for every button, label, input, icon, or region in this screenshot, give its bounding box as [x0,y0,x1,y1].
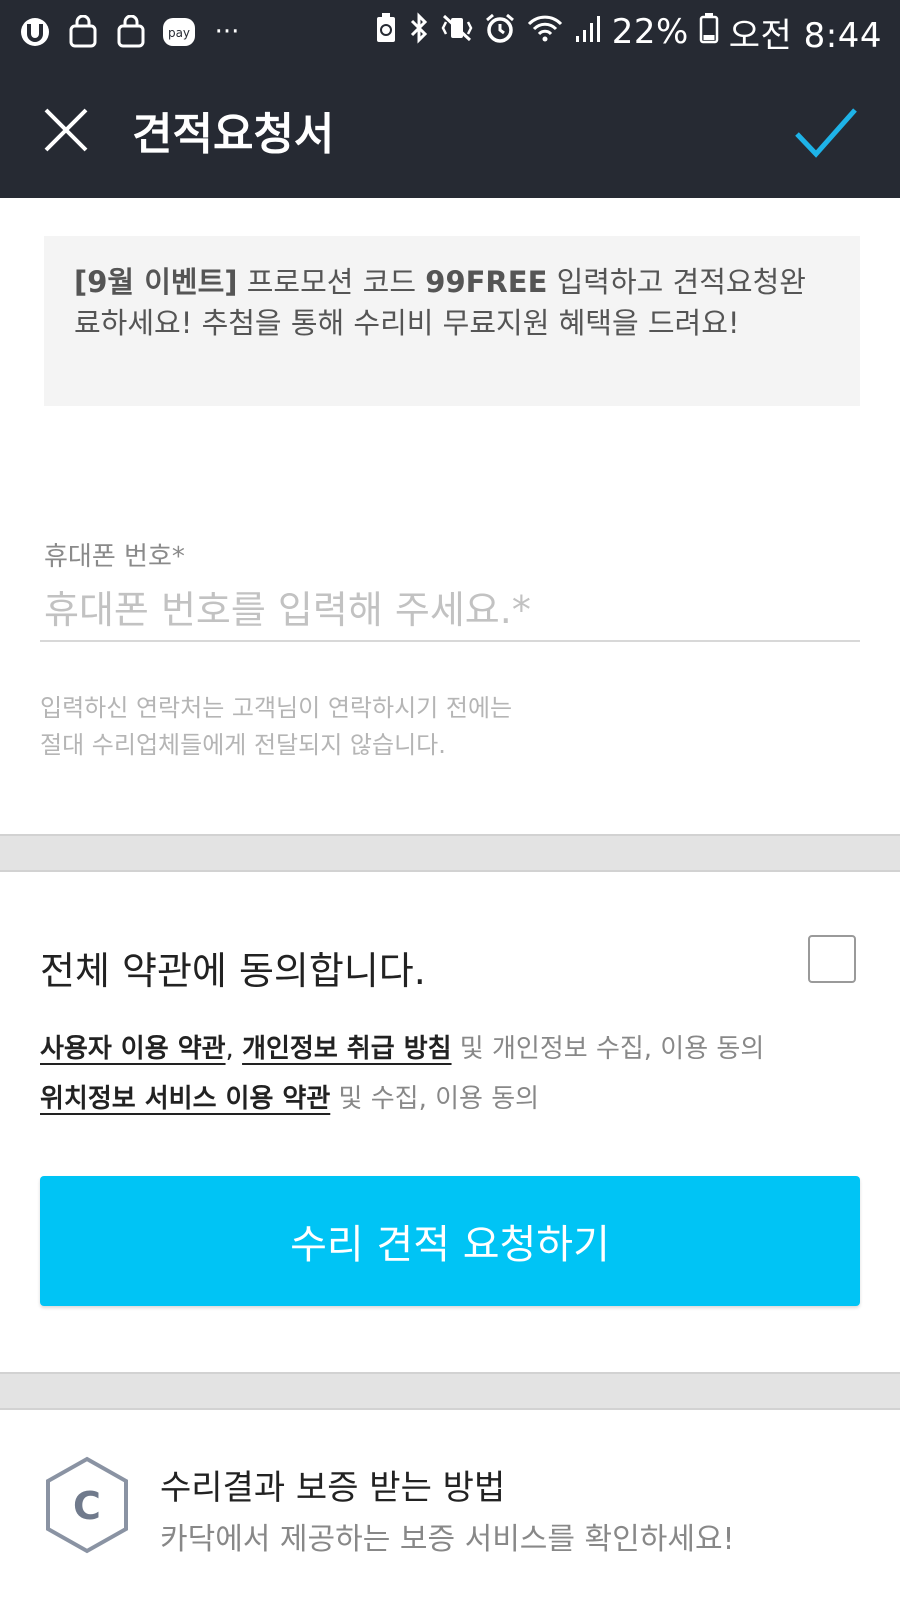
u-plus-icon [18,15,52,49]
clock: 오전 8:44 [728,15,882,56]
hexagon-c-icon: C [46,1456,128,1554]
terms-line-1: 사용자 이용 약관, 개인정보 취급 방침 및 개인정보 수집, 이용 동의 [40,1028,764,1065]
agree-all-checkbox[interactable] [808,935,856,983]
status-bar: pay ··· 22% 오전 8:44 [0,0,900,64]
page-title: 견적요청서 [132,109,335,160]
privacy-policy-link[interactable]: 개인정보 취급 방침 [242,1034,451,1064]
submit-quote-button[interactable]: 수리 견적 요청하기 [40,1176,860,1306]
privacy-note-line: 절대 수리업체들에게 전달되지 않습니다. [40,731,446,759]
signal-icon [574,12,602,53]
warranty-title: 수리결과 보증 받는 방법 [160,1468,506,1508]
close-icon [44,108,88,152]
agree-all-label: 전체 약관에 동의합니다. [40,949,426,993]
shopping-bag-icon [66,15,100,49]
battery-percent: 22% [611,12,689,52]
alarm-icon [484,12,516,53]
phone-input[interactable] [40,580,860,642]
location-terms-link[interactable]: 위치정보 서비스 이용 약관 [40,1084,330,1114]
svg-text:pay: pay [168,26,190,40]
wifi-icon [526,12,564,53]
user-terms-link[interactable]: 사용자 이용 약관 [40,1034,226,1064]
battery-icon [699,12,719,53]
terms-suffix: 및 수집, 이용 동의 [330,1084,540,1114]
privacy-note: 입력하신 연락처는 고객님이 연락하시기 전에는 절대 수리업체들에게 전달되지… [40,690,512,764]
terms-suffix: 및 개인정보 수집, 이용 동의 [451,1034,765,1064]
promo-banner: [9월 이벤트] 프로모션 코드 99FREE 입력하고 견적요청완료하세요! … [44,236,860,406]
svg-text:C: C [73,1484,101,1528]
terms-line-2: 위치정보 서비스 이용 약관 및 수집, 이용 동의 [40,1078,539,1115]
privacy-note-line: 입력하신 연락처는 고객님이 연락하시기 전에는 [40,694,513,722]
bluetooth-icon [408,11,430,53]
section-divider [0,1372,900,1410]
recycle-battery-icon [374,12,398,53]
terms-comma: , [225,1034,234,1064]
app-bar: 견적요청서 [0,64,900,198]
promo-code: 99FREE [425,265,548,299]
vibrate-mute-icon [440,12,474,53]
system-status: 22% 오전 8:44 [374,8,882,57]
promo-text-1: 프로모션 코드 [237,265,426,299]
close-button[interactable] [38,102,94,158]
warranty-subtitle: 카닥에서 제공하는 보증 서비스를 확인하세요! [160,1522,735,1557]
promo-event-tag: [9월 이벤트] [74,265,238,299]
check-icon [795,108,857,158]
confirm-button[interactable] [790,96,862,168]
phone-label: 휴대폰 번호* [44,542,185,572]
section-divider [0,834,900,872]
notification-icons: pay ··· [18,15,244,49]
more-dots-icon: ··· [214,17,240,47]
shopping-bag-icon [114,15,148,49]
pay-icon: pay [162,15,196,49]
